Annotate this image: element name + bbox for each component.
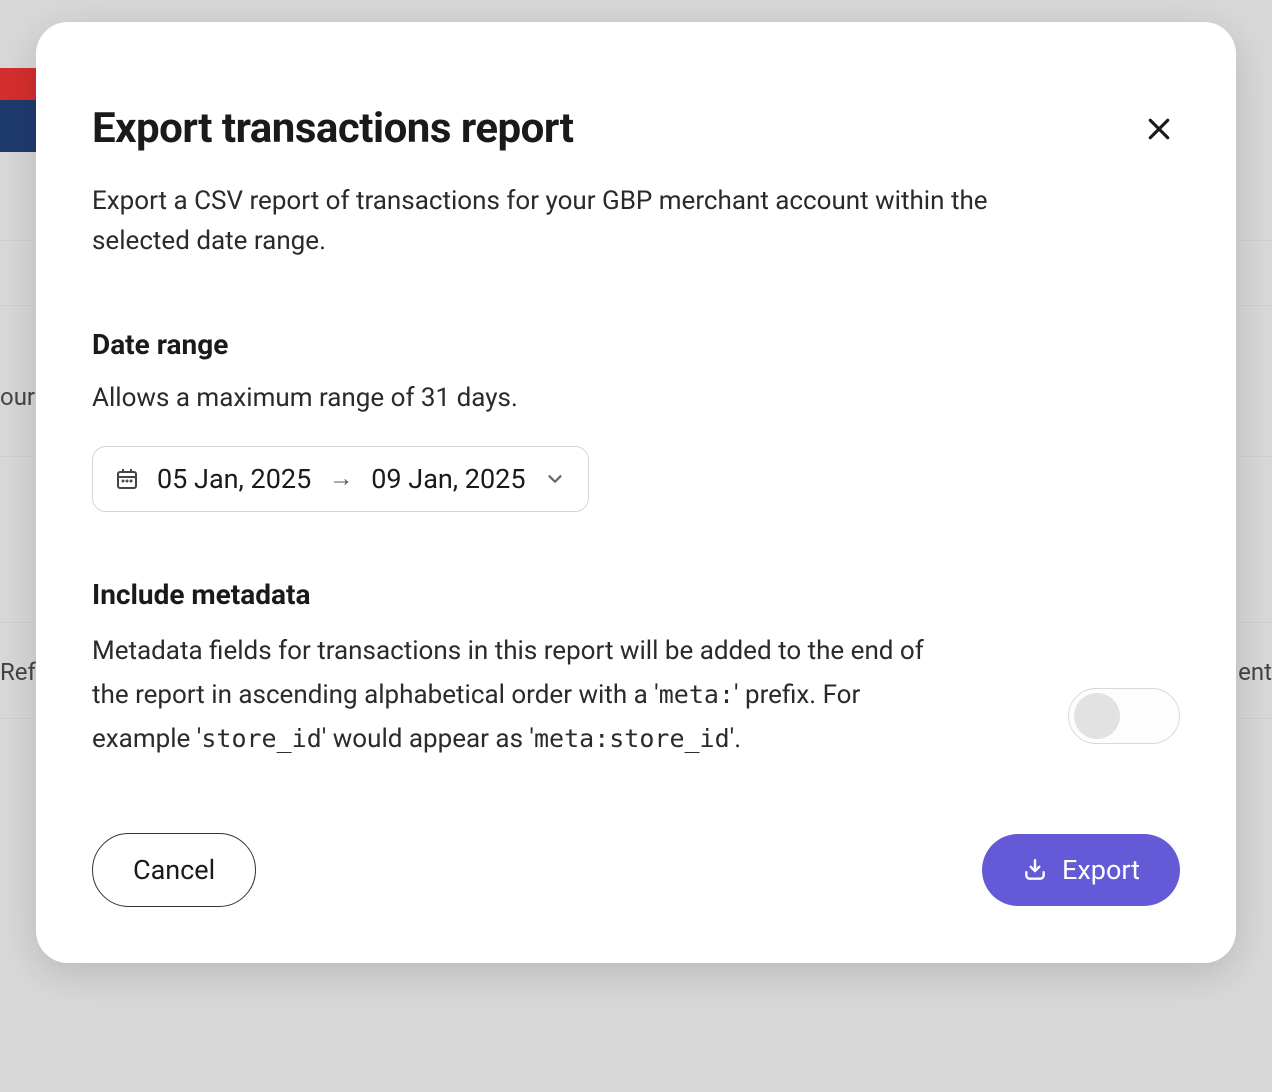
export-button-label: Export <box>1062 854 1140 886</box>
calendar-icon <box>115 467 139 491</box>
date-range-picker[interactable]: 05 Jan, 2025 → 09 Jan, 2025 <box>92 446 589 512</box>
close-button[interactable] <box>1138 108 1180 153</box>
background-text: ent <box>1238 658 1272 686</box>
export-button[interactable]: Export <box>982 834 1180 906</box>
metadata-desc-text: ' would appear as ' <box>322 724 534 754</box>
date-range-start: 05 Jan, 2025 <box>157 463 311 495</box>
background-text: Ref <box>0 658 36 686</box>
include-metadata-description: Metadata fields for transactions in this… <box>92 629 932 762</box>
date-range-section: Date range Allows a maximum range of 31 … <box>92 328 1180 512</box>
toggle-knob <box>1074 693 1120 739</box>
export-transactions-modal: Export transactions report Export a CSV … <box>36 22 1236 963</box>
metadata-code: meta: <box>659 680 734 709</box>
background-decoration <box>0 68 40 100</box>
download-icon <box>1022 857 1048 883</box>
modal-title: Export transactions report <box>92 104 573 153</box>
metadata-desc-text: '. <box>730 724 741 754</box>
cancel-button-label: Cancel <box>133 854 215 886</box>
date-range-end: 09 Jan, 2025 <box>371 463 525 495</box>
modal-header: Export transactions report <box>92 104 1180 153</box>
modal-subtitle: Export a CSV report of transactions for … <box>92 181 1052 262</box>
arrow-right-icon: → <box>329 464 353 493</box>
background-text: our <box>0 383 35 411</box>
date-range-heading: Date range <box>92 328 1180 361</box>
metadata-text-block: Include metadata Metadata fields for tra… <box>92 578 1028 762</box>
background-decoration <box>0 100 40 152</box>
date-range-help: Allows a maximum range of 31 days. <box>92 379 1180 418</box>
cancel-button[interactable]: Cancel <box>92 833 256 907</box>
include-metadata-section: Include metadata Metadata fields for tra… <box>92 578 1180 762</box>
include-metadata-heading: Include metadata <box>92 578 1028 611</box>
chevron-down-icon <box>544 468 566 490</box>
modal-footer: Cancel Export <box>92 833 1180 907</box>
metadata-code: store_id <box>201 724 321 753</box>
include-metadata-toggle[interactable] <box>1068 688 1180 744</box>
close-icon <box>1144 114 1174 144</box>
metadata-code: meta:store_id <box>534 724 730 753</box>
